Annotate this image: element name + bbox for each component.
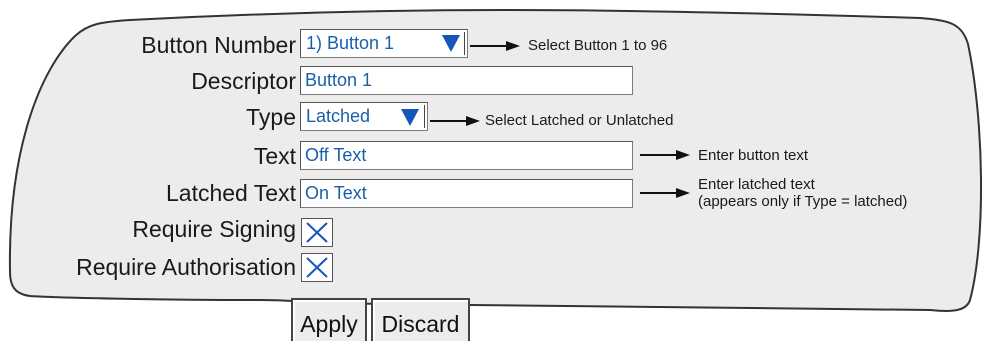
type-value: Latched	[306, 106, 371, 126]
latched-text-input[interactable]: On Text	[300, 179, 633, 208]
discard-button[interactable]: Discard	[371, 298, 470, 341]
apply-button[interactable]: Apply	[291, 298, 367, 341]
latched-text-note-line1: Enter latched text	[698, 176, 815, 193]
require-signing-label: Require Signing	[132, 216, 296, 242]
triangle-down-icon[interactable]	[442, 35, 460, 52]
button-number-value: 1) Button 1	[306, 33, 395, 53]
right-arrow-icon	[640, 188, 690, 198]
x-mark-icon	[306, 222, 328, 243]
text-label: Text	[253, 143, 296, 169]
button-number-label: Button Number	[141, 32, 296, 58]
require-signing-checkbox[interactable]	[301, 218, 333, 247]
text-input[interactable]: Off Text	[300, 141, 633, 170]
type-label: Type	[246, 104, 296, 130]
text-note: Enter button text	[698, 147, 809, 164]
require-authorisation-label: Require Authorisation	[76, 254, 296, 280]
type-note: Select Latched or Unlatched	[485, 112, 674, 129]
right-arrow-icon	[470, 41, 520, 51]
latched-text-label: Latched Text	[165, 180, 296, 206]
dropdown-separator	[464, 32, 465, 55]
button-number-dropdown[interactable]: 1) Button 1	[300, 29, 468, 58]
latched-text-note-line2: (appears only if Type = latched)	[698, 193, 908, 210]
button-number-note: Select Button 1 to 96	[528, 37, 668, 54]
right-arrow-icon	[430, 116, 480, 126]
right-arrow-icon	[640, 150, 690, 160]
descriptor-label: Descriptor	[191, 68, 296, 94]
x-mark-icon	[306, 257, 328, 278]
require-authorisation-checkbox[interactable]	[301, 253, 333, 282]
triangle-down-icon[interactable]	[401, 109, 419, 126]
dropdown-separator	[424, 105, 425, 128]
descriptor-input[interactable]: Button 1	[300, 66, 633, 95]
type-dropdown[interactable]: Latched	[300, 102, 428, 131]
